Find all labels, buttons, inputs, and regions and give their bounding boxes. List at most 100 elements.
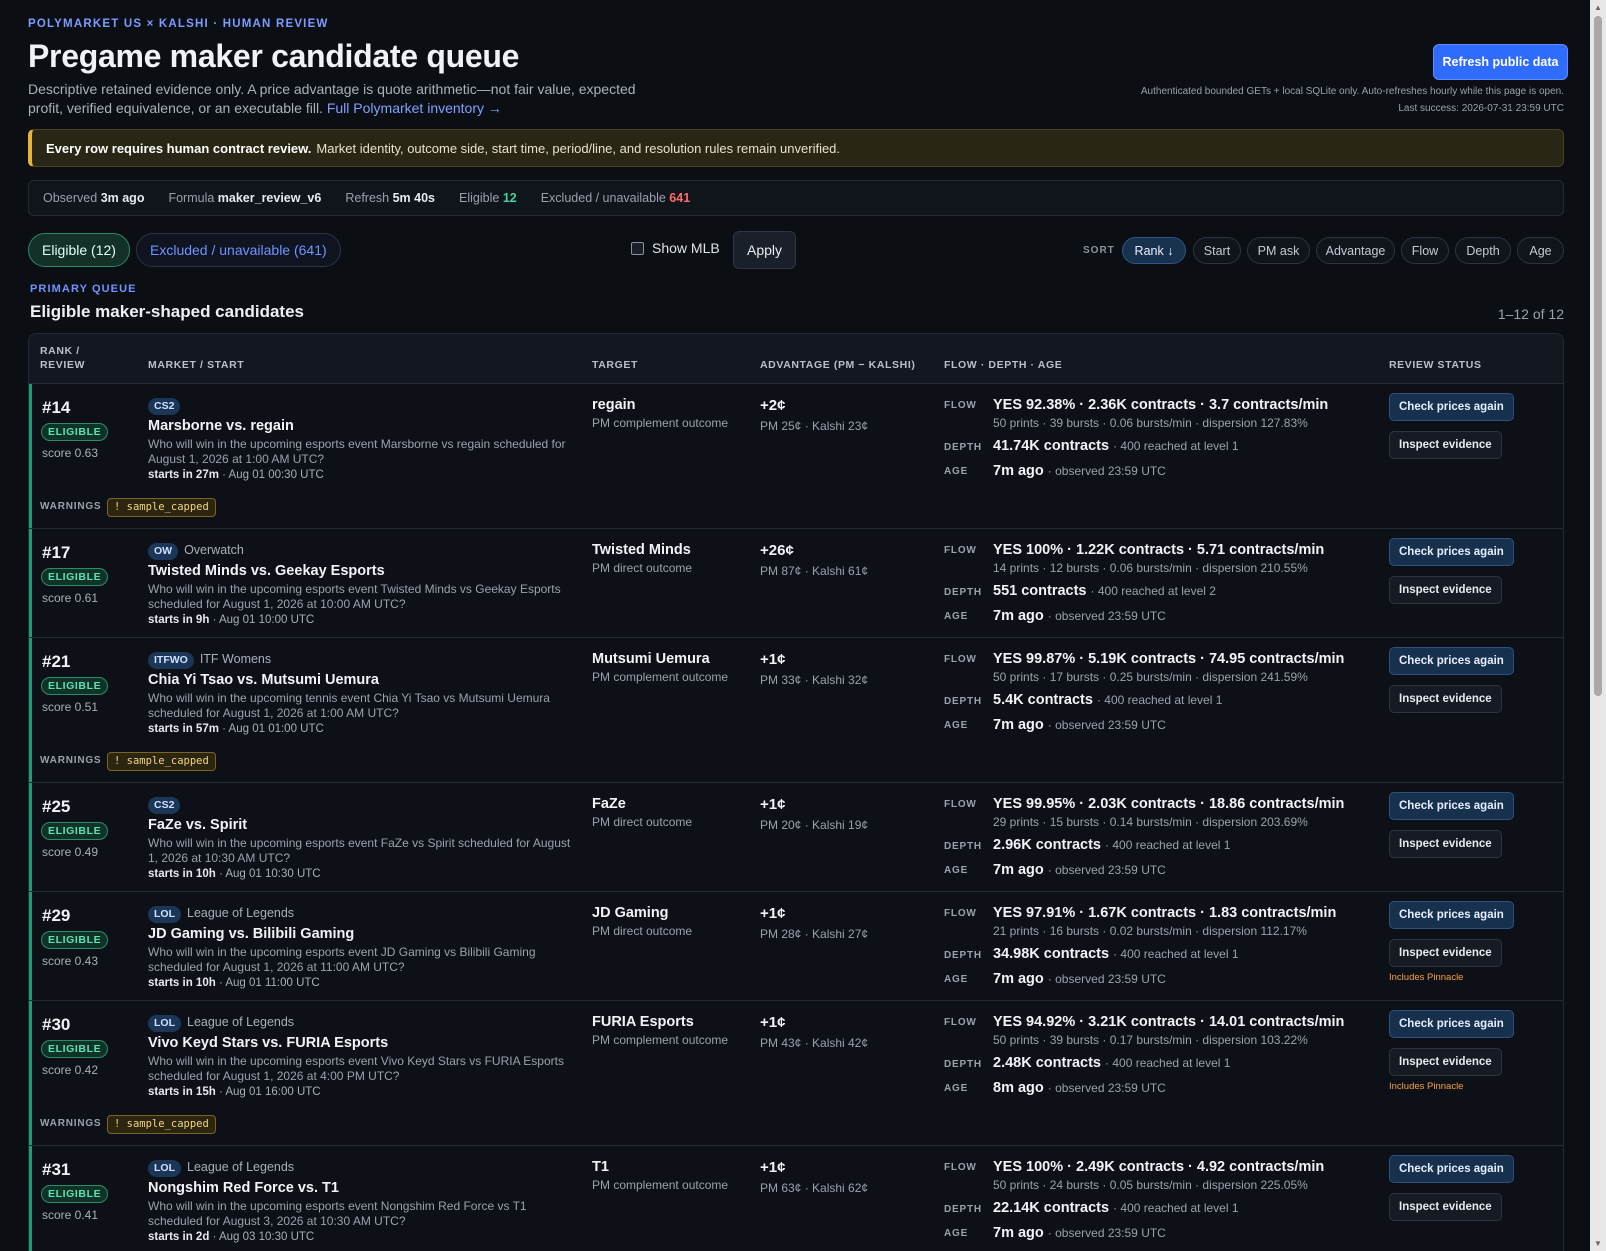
age-value: 7m ago · observed 23:59 UTC (993, 463, 1166, 479)
inspect-evidence-button[interactable]: Inspect evidence (1389, 1193, 1502, 1221)
col-rank-line1: RANK / (40, 345, 80, 357)
banner-bold: Every row requires human contract review… (46, 140, 312, 156)
banner-text: Market identity, outcome side, start tim… (316, 140, 841, 156)
scrollbar[interactable]: ▲ ▼ (1590, 0, 1606, 1251)
sort-advantage[interactable]: Advantage (1316, 237, 1395, 264)
flow-value: YES 97.91% · 1.67K contracts · 1.83 cont… (993, 905, 1337, 921)
market-title: Nongshim Red Force vs. T1 (148, 1180, 339, 1196)
table-row: #30 ELIGIBLE score 0.42 LOL League of Legend… (29, 1001, 1563, 1146)
flow-value: YES 100% · 1.22K contracts · 5.71 contra… (993, 542, 1325, 558)
category-chip: OW (148, 543, 179, 560)
depth-value: 2.96K contracts · 400 reached at level 1 (993, 837, 1230, 853)
advantage-prices: PM 33¢ · Kalshi 32¢ (760, 673, 869, 687)
depth-level: · 400 reached at level 1 (1105, 1056, 1231, 1070)
col-market: MARKET / START (148, 359, 245, 371)
sort-start[interactable]: Start (1193, 237, 1241, 264)
depth-contracts: 551 contracts (993, 583, 1087, 599)
stat-label: Excluded / unavailable (540, 191, 666, 205)
stat-value: 3m ago (100, 191, 145, 205)
show-mlb-toggle[interactable]: Show MLB (631, 240, 720, 256)
start-time: starts in 15h · Aug 01 16:00 UTC (148, 1086, 321, 1098)
check-prices-button[interactable]: Check prices again (1389, 647, 1514, 675)
status-badge: ELIGIBLE (41, 930, 109, 949)
inspect-evidence-button[interactable]: Inspect evidence (1389, 1048, 1502, 1076)
target-type: PM complement outcome (592, 1033, 729, 1047)
starts-in: starts in 10h (148, 977, 216, 989)
advantage-value: +1¢ (760, 905, 786, 922)
inspect-evidence-button[interactable]: Inspect evidence (1389, 431, 1502, 459)
advantage-prices: PM 43¢ · Kalshi 42¢ (760, 1036, 869, 1050)
warnings-label: WARNINGS (40, 755, 102, 766)
rank-number: #31 (42, 1160, 71, 1179)
tab-excluded[interactable]: Excluded / unavailable (641) (136, 233, 341, 267)
category-chip: CS2 (148, 398, 181, 415)
inspect-evidence-button[interactable]: Inspect evidence (1389, 685, 1502, 713)
flow-label: FLOW (944, 1017, 977, 1028)
inspect-evidence-button[interactable]: Inspect evidence (1389, 939, 1502, 967)
advantage-value: +1¢ (760, 1014, 786, 1031)
depth-level: · 400 reached at level 1 (1113, 947, 1239, 961)
market-tags: LOL League of Legends (148, 1158, 294, 1177)
sort-flow[interactable]: Flow (1401, 237, 1449, 264)
page: POLYMARKET US × KALSHI · HUMAN REVIEW Pr… (0, 0, 1606, 1251)
mlb-checkbox[interactable] (631, 241, 644, 255)
sort-depth[interactable]: Depth (1455, 237, 1511, 264)
stat-label: Eligible (459, 191, 500, 205)
sort-pm-ask[interactable]: PM ask (1247, 237, 1310, 264)
advantage-prices: PM 25¢ · Kalshi 23¢ (760, 419, 869, 433)
inspect-evidence-button[interactable]: Inspect evidence (1389, 830, 1502, 858)
flow-value: YES 99.95% · 2.03K contracts · 18.86 con… (993, 796, 1345, 812)
check-prices-button[interactable]: Check prices again (1389, 393, 1514, 421)
apply-button[interactable]: Apply (733, 231, 796, 269)
tab-eligible[interactable]: Eligible (12) (28, 233, 130, 267)
check-prices-button[interactable]: Check prices again (1389, 1010, 1514, 1038)
sort-age[interactable]: Age (1517, 237, 1564, 264)
stat-formula: Formula maker_review_v6 (168, 191, 321, 205)
rank-number: #30 (42, 1015, 71, 1034)
sort-label: SORT (1083, 245, 1115, 256)
stat-value: maker_review_v6 (217, 191, 322, 205)
stat-label: Formula (168, 191, 215, 205)
target-type: PM direct outcome (592, 815, 693, 829)
start-time: starts in 10h · Aug 01 11:00 UTC (148, 977, 320, 989)
depth-label: DEPTH (944, 950, 982, 961)
scroll-up-icon[interactable]: ▲ (1594, 3, 1602, 12)
starts-in: starts in 2d (148, 1231, 210, 1243)
refresh-button[interactable]: Refresh public data (1433, 44, 1568, 80)
age-ago: 7m ago (993, 608, 1044, 624)
status-badge: ELIGIBLE (41, 1039, 109, 1058)
status-badge: ELIGIBLE (41, 676, 109, 695)
age-label: AGE (944, 1228, 969, 1239)
table-row: #25 ELIGIBLE score 0.49 CS2 FaZe vs. Spirit W… (29, 783, 1563, 892)
sort-rank[interactable]: Rank ↓ (1122, 237, 1186, 264)
age-value: 7m ago · observed 23:59 UTC (993, 717, 1166, 733)
warnings-label: WARNINGS (40, 1118, 102, 1129)
status-badge: ELIGIBLE (41, 1184, 109, 1203)
scroll-down-icon[interactable]: ▼ (1594, 1239, 1602, 1248)
inventory-link[interactable]: Full Polymarket inventory → (327, 100, 502, 116)
market-tags: ITFWO ITF Womens (148, 650, 271, 669)
market-tags: LOL League of Legends (148, 904, 294, 923)
check-prices-button[interactable]: Check prices again (1389, 1155, 1514, 1183)
eligible-badge: ELIGIBLE (41, 822, 109, 840)
market-tags: OW Overwatch (148, 541, 244, 560)
scrollbar-thumb[interactable] (1594, 16, 1602, 696)
flow-value: YES 99.87% · 5.19K contracts · 74.95 con… (993, 651, 1345, 667)
flow-label: FLOW (944, 400, 977, 411)
warnings-label: WARNINGS (40, 501, 102, 512)
advantage-value: +1¢ (760, 1159, 786, 1176)
inspect-evidence-button[interactable]: Inspect evidence (1389, 576, 1502, 604)
depth-level: · 400 reached at level 1 (1105, 838, 1231, 852)
check-prices-button[interactable]: Check prices again (1389, 792, 1514, 820)
target-outcome: FURIA Esports (592, 1014, 694, 1030)
check-prices-button[interactable]: Check prices again (1389, 901, 1514, 929)
score: score 0.42 (42, 1063, 99, 1077)
advantage-value: +1¢ (760, 796, 786, 813)
starts-in: starts in 27m (148, 469, 219, 481)
depth-value: 5.4K contracts · 400 reached at level 1 (993, 692, 1222, 708)
check-prices-button[interactable]: Check prices again (1389, 538, 1514, 566)
age-observed: · observed 23:59 UTC (1047, 972, 1166, 986)
depth-level: · 400 reached at level 1 (1113, 1201, 1239, 1215)
market-title: Chia Yi Tsao vs. Mutsumi Uemura (148, 672, 379, 688)
target-outcome: regain (592, 397, 636, 413)
